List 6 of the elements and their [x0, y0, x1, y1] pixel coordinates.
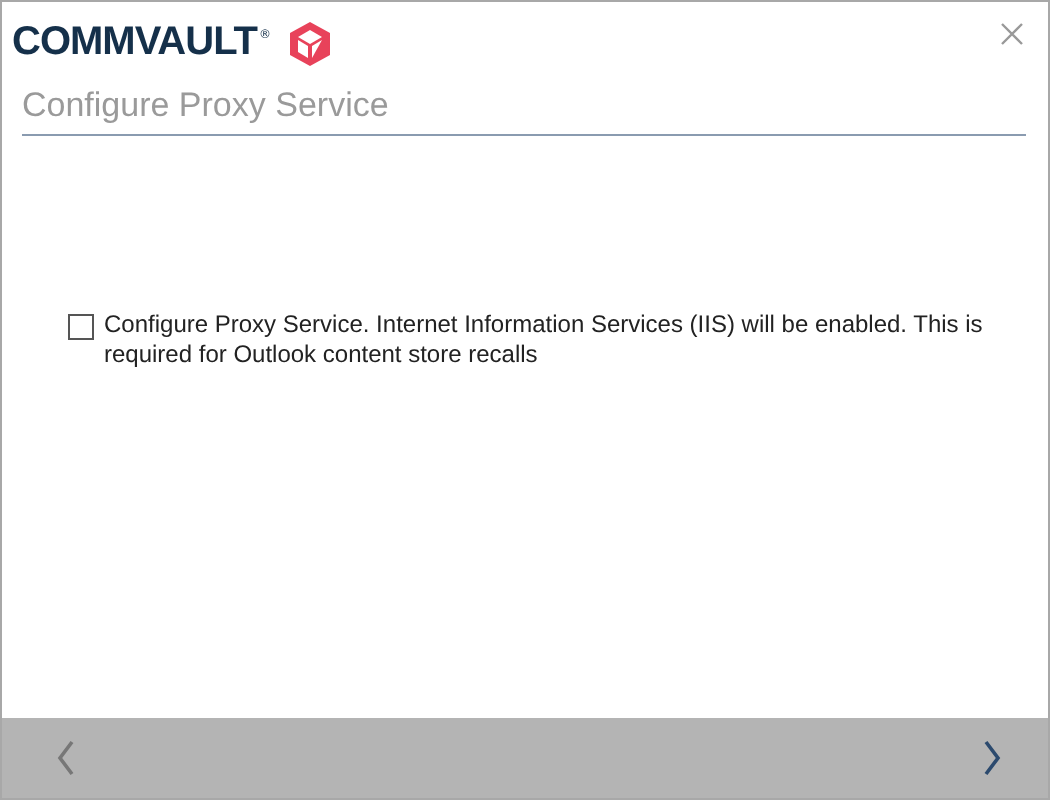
close-icon[interactable] [1000, 22, 1024, 46]
cube-logo-icon [285, 20, 334, 68]
page-title: Configure Proxy Service [22, 86, 1026, 136]
logo-wordmark: COMMVAULT [12, 18, 258, 68]
checkbox-label: Configure Proxy Service. Internet Information Services (IIS) will be enabled. This is required for Outlook content store recalls [104, 310, 985, 370]
checkbox[interactable] [68, 314, 94, 340]
